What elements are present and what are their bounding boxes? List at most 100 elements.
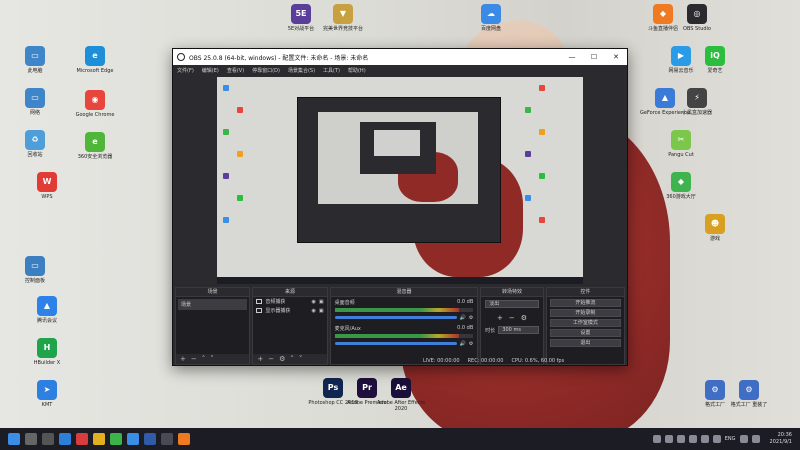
source-item-display[interactable]: 显示器捕获 ◉ ▣ [253, 306, 326, 315]
desktop-icon[interactable]: Ae Adobe After Effects 2020 [372, 378, 430, 412]
obs-taskbar-icon[interactable] [161, 433, 173, 445]
desktop-icon[interactable]: ▼ 完美世界竞技平台 [314, 4, 372, 32]
volume-slider[interactable] [334, 342, 457, 345]
obs-titlebar[interactable]: OBS 25.0.8 (64-bit, windows) - 配置文件: 未命名… [173, 49, 627, 65]
settings-button[interactable]: 设置 [549, 329, 622, 337]
folder-icon[interactable] [93, 433, 105, 445]
close-icon[interactable]: ✕ [605, 53, 627, 61]
gear-icon[interactable]: ⚙ [279, 355, 285, 363]
tray-icon[interactable] [712, 435, 721, 443]
menu-help[interactable]: 帮助(H) [348, 67, 366, 74]
add-icon[interactable]: + [257, 355, 263, 363]
gear-icon[interactable]: ⚙ [469, 315, 473, 321]
desktop-icon[interactable]: ☁ 百度网盘 [462, 4, 520, 32]
task-view-icon[interactable] [42, 433, 54, 445]
menu-file[interactable]: 文件(F) [177, 67, 194, 74]
exit-button[interactable]: 退出 [549, 339, 622, 347]
desktop-icon[interactable]: ◉ Google Chrome [66, 90, 124, 118]
store-icon[interactable] [59, 433, 71, 445]
app-icon[interactable] [76, 433, 88, 445]
eye-icon[interactable]: ◉ [312, 299, 316, 305]
volume-icon[interactable] [751, 435, 760, 443]
menu-edit[interactable]: 编辑(E) [202, 67, 219, 74]
remove-icon[interactable]: − [509, 314, 515, 322]
desktop-icon[interactable]: e 360安全浏览器 [66, 132, 124, 160]
app-icon: ♻ [25, 130, 45, 150]
desktop-icon[interactable]: ◎ OBS Studio [668, 4, 726, 32]
menu-view[interactable]: 查看(V) [227, 67, 244, 74]
desktop-icon[interactable]: ▭ 控制面板 [6, 256, 64, 284]
source-item-audio[interactable]: 音频捕获 ◉ ▣ [253, 297, 326, 306]
tray-icon[interactable] [700, 435, 709, 443]
clock[interactable]: 20:36 2021/9/1 [770, 432, 792, 446]
gear-icon[interactable]: ⚙ [469, 341, 473, 347]
steam-icon[interactable] [144, 433, 156, 445]
move-up-icon[interactable]: ˄ [202, 355, 206, 363]
volume-slider[interactable] [334, 316, 457, 319]
speaker-icon[interactable]: 🔊 [460, 315, 466, 321]
add-icon[interactable]: + [180, 355, 186, 363]
desktop-icon[interactable]: ▲ 腾讯会议 [18, 296, 76, 324]
menu-tools[interactable]: 工具(T) [323, 67, 340, 74]
desktop-icon-label: 爱奇艺 [707, 68, 723, 74]
duration-input[interactable]: 300 ms [498, 326, 539, 334]
gear-icon[interactable]: ⚙ [521, 314, 527, 322]
desktop-icon[interactable]: ▭ 网络 [6, 88, 64, 116]
scenes-toolbar: + − ˄ ˅ [176, 354, 250, 364]
desktop-icon[interactable]: ⚡ 小黑盒加速器 [668, 88, 726, 116]
eye-icon[interactable]: ◉ [312, 308, 316, 314]
wechat-icon[interactable] [110, 433, 122, 445]
tray-icon[interactable] [664, 435, 673, 443]
move-down-icon[interactable]: ˅ [299, 355, 303, 363]
app-icon[interactable] [178, 433, 190, 445]
studio-mode-button[interactable]: 工作室模式 [549, 319, 622, 327]
remove-icon[interactable]: − [268, 355, 274, 363]
browser-icon[interactable] [127, 433, 139, 445]
channel-db: 0.0 dB [457, 325, 474, 331]
move-down-icon[interactable]: ˅ [210, 355, 214, 363]
desktop-icon[interactable]: ➤ KMT [18, 380, 76, 408]
desktop-icon[interactable]: ☻ 游戏 [686, 214, 744, 242]
sources-toolbar: + − ⚙ ˄ ˅ [253, 354, 327, 364]
desktop-icon[interactable]: ♻ 回收站 [6, 130, 64, 158]
desktop-icon-label: OBS Studio [683, 26, 711, 32]
desktop-icon[interactable]: W WPS [18, 172, 76, 200]
search-icon[interactable] [25, 433, 37, 445]
scene-item[interactable]: 场景 [178, 299, 248, 310]
desktop-icon[interactable]: ⚙ 格式工厂 重装了 [720, 380, 778, 408]
add-icon[interactable]: + [497, 314, 503, 322]
desktop-icon[interactable]: ✂ Pangu Cut [652, 130, 710, 158]
desktop-icon[interactable]: e Microsoft Edge [66, 46, 124, 74]
remove-icon[interactable]: − [191, 355, 197, 363]
preview-desktop-icon [223, 217, 229, 223]
menu-docks[interactable]: 停靠窗口(D) [252, 67, 280, 74]
transition-select[interactable]: 淡出 [485, 300, 539, 308]
start-recording-button[interactable]: 开始录制 [549, 309, 622, 317]
desktop-icon[interactable]: ▭ 此电脑 [6, 46, 64, 74]
lock-icon[interactable]: ▣ [319, 299, 324, 305]
scenes-dock: 场景 场景 + − ˄ ˅ [175, 287, 251, 365]
obs-preview-canvas[interactable] [217, 77, 583, 284]
desktop-icon-label: Adobe After Effects 2020 [377, 400, 425, 412]
sources-dock-title: 来源 [253, 288, 327, 297]
move-up-icon[interactable]: ˄ [290, 355, 294, 363]
tray-icon[interactable] [652, 435, 661, 443]
maximize-icon[interactable]: ☐ [583, 53, 605, 61]
desktop-icon-label: 百度网盘 [480, 26, 501, 32]
tray-icon[interactable] [688, 435, 697, 443]
lock-icon[interactable]: ▣ [319, 308, 324, 314]
wifi-icon[interactable] [739, 435, 748, 443]
language-indicator[interactable]: ENG [725, 436, 736, 442]
start-streaming-button[interactable]: 开始推流 [549, 299, 622, 307]
minimize-icon[interactable]: — [561, 53, 583, 61]
app-icon: ⚡ [687, 88, 707, 108]
desktop-icon[interactable]: ◆ 360游戏大厅 [652, 172, 710, 200]
menu-scene-collection[interactable]: 场景集合(S) [288, 67, 315, 74]
obs-window[interactable]: OBS 25.0.8 (64-bit, windows) - 配置文件: 未命名… [172, 48, 628, 366]
speaker-icon[interactable]: 🔊 [460, 341, 466, 347]
desktop-icon[interactable]: iQ 爱奇艺 [686, 46, 744, 74]
desktop-icon[interactable]: H HBuilder X [18, 338, 76, 366]
tray-icon[interactable] [676, 435, 685, 443]
start-icon[interactable] [8, 433, 20, 445]
sources-dock: 来源 音频捕获 ◉ ▣ 显示器捕获 ◉ ▣ + − ⚙ ˄ ˅ [252, 287, 328, 365]
